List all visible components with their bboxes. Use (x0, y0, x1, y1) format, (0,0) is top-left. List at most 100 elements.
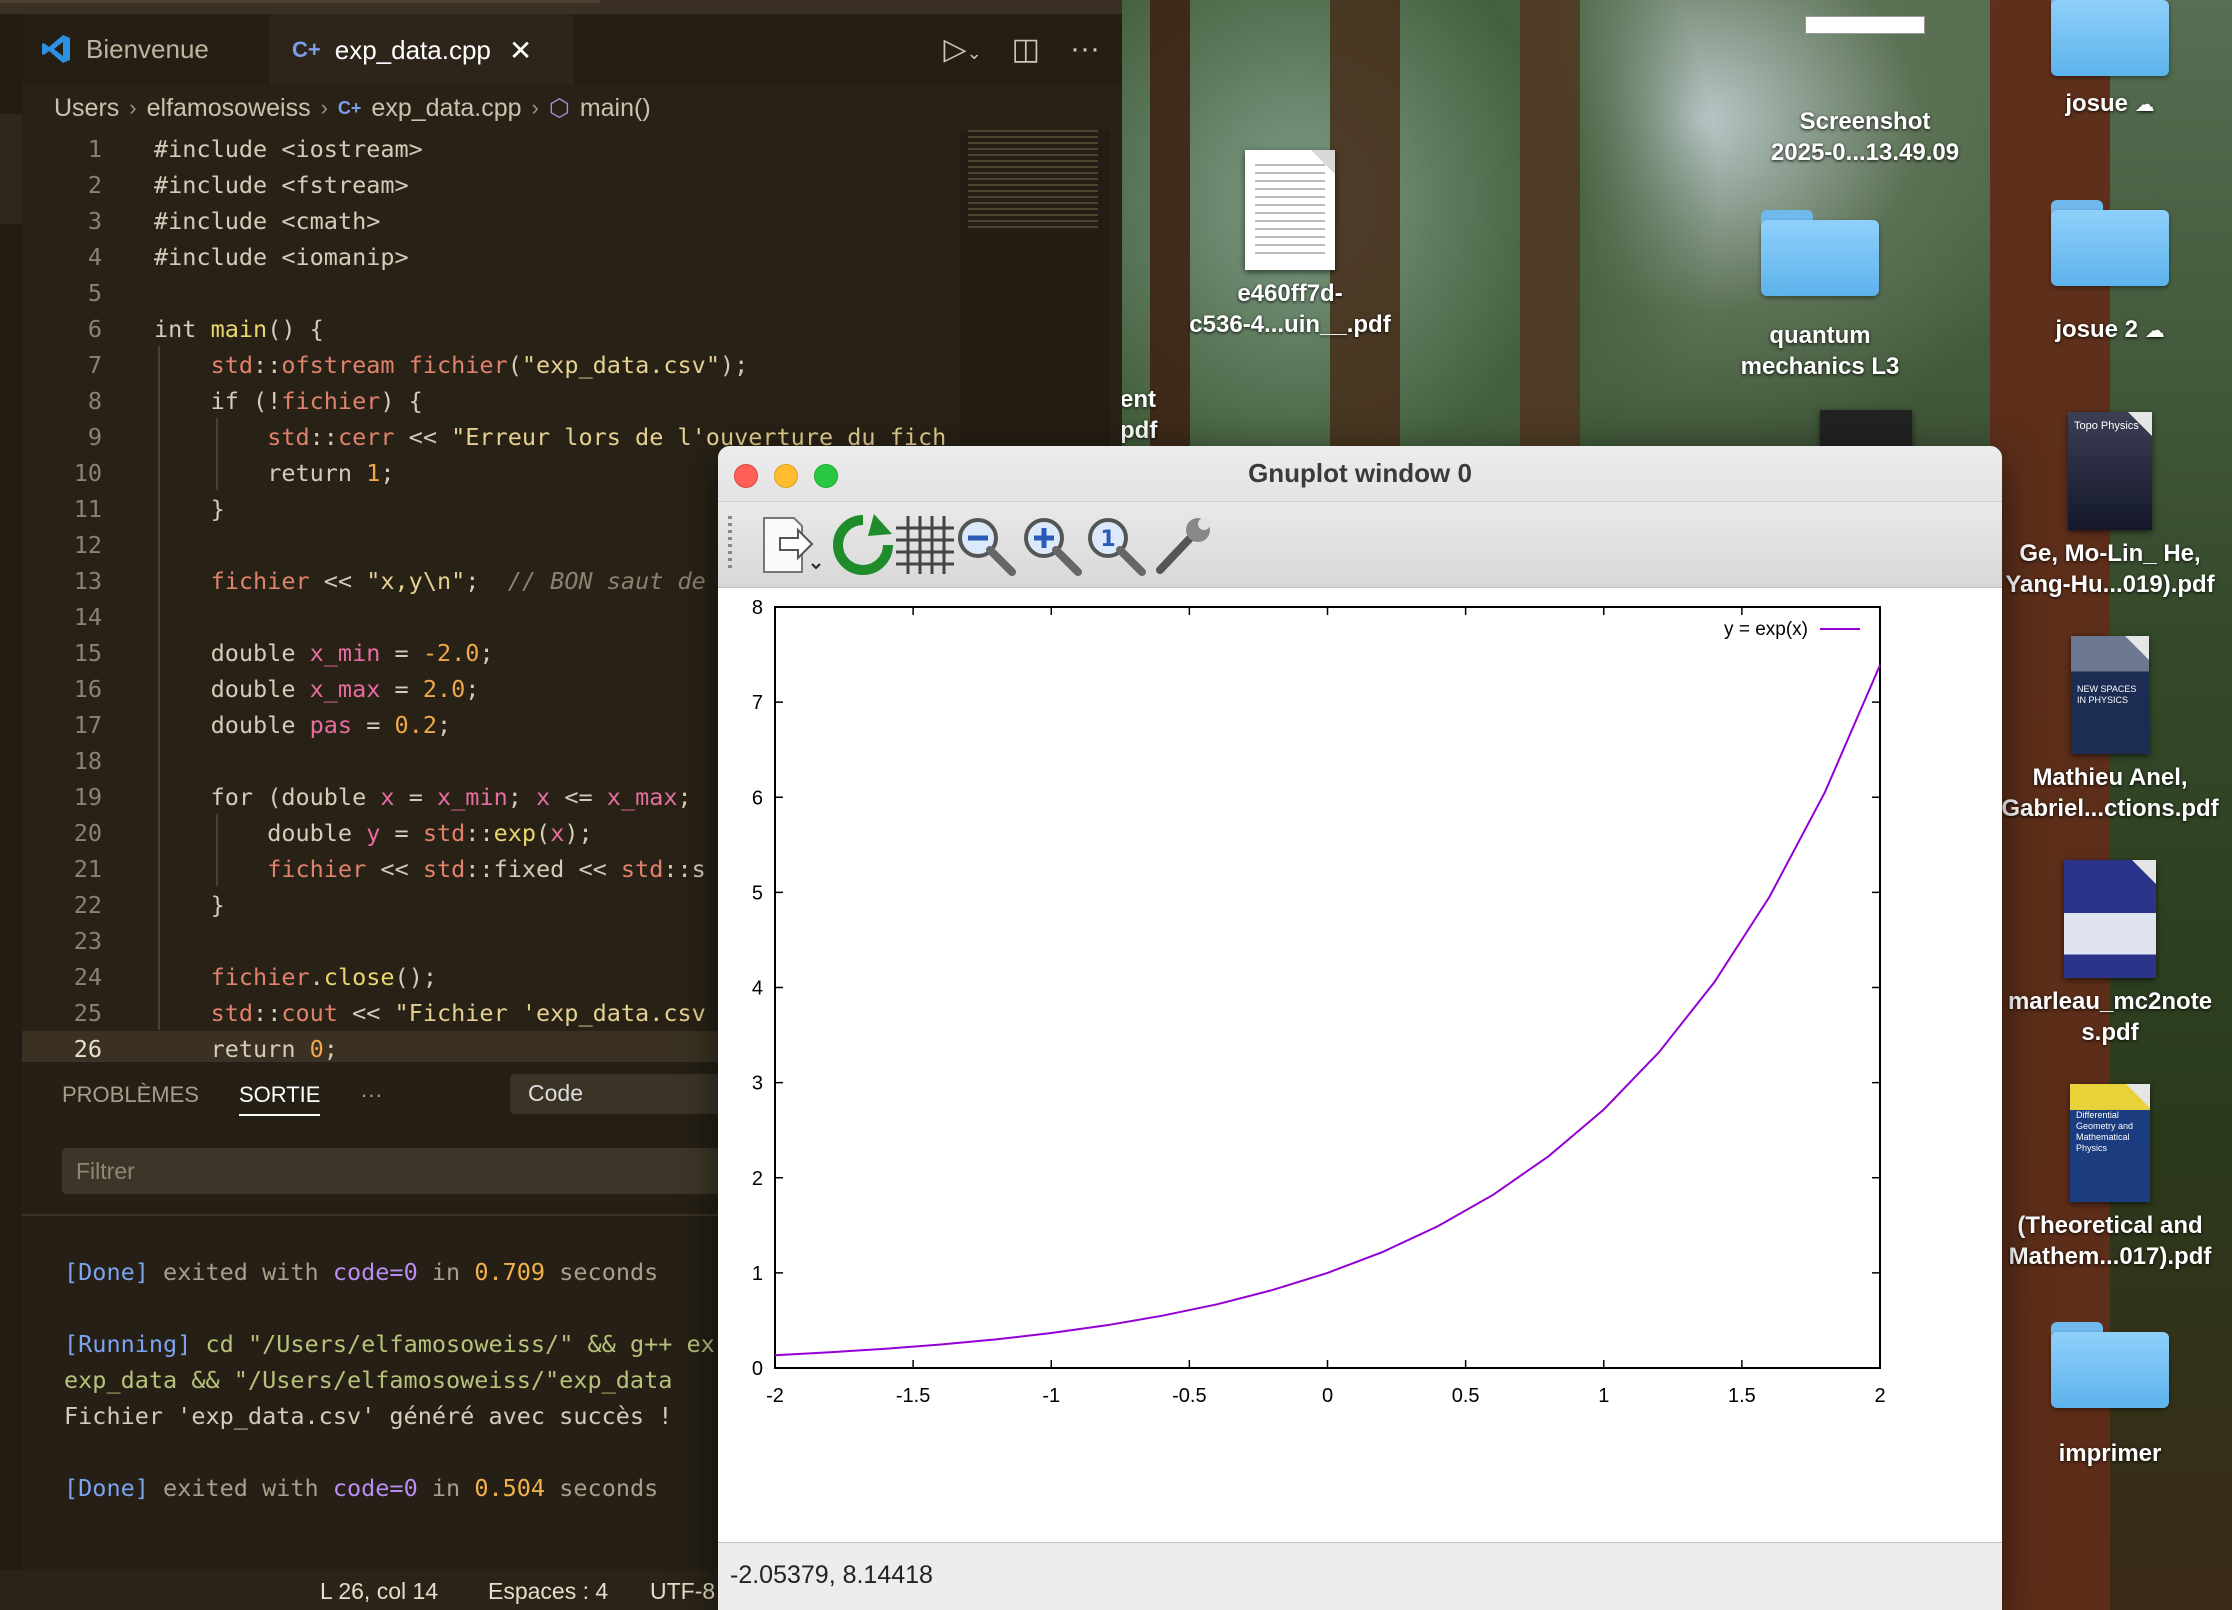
plot-frame (774, 606, 1881, 1369)
chevron-right-icon: › (531, 95, 539, 120)
line-number: 15 (73, 639, 102, 667)
tab-output[interactable]: SORTIE (238, 1082, 321, 1116)
panel-more-icon[interactable]: ··· (360, 1082, 382, 1116)
line-number: 26 (73, 1035, 102, 1060)
desktop-folder-quantum[interactable]: quantum mechanics L3 (1700, 210, 1940, 382)
chevron-right-icon: › (129, 95, 137, 120)
desktop-item-label: Mathieu Anel, (2032, 764, 2188, 791)
desktop-folder-josue[interactable]: josue ☁ (2010, 0, 2210, 121)
desktop-item-label: imprimer (2058, 1440, 2162, 1467)
y-tick-label: 5 (752, 882, 763, 904)
breadcrumb-item[interactable]: exp_data.cpp (371, 94, 521, 123)
zoom-in-icon[interactable] (1018, 512, 1084, 578)
code-line[interactable]: 8 if (!fichier) { (22, 383, 1122, 419)
y-tick-label: 0 (752, 1358, 763, 1380)
cpp-file-icon: C+ (337, 97, 362, 118)
code-text: double y = std::exp(x); (267, 819, 593, 847)
y-tick-label: 8 (752, 597, 763, 619)
settings-wrench-icon[interactable] (1150, 512, 1216, 578)
gnuplot-window-title: Gnuplot window 0 (1248, 458, 1472, 488)
code-text: std::cout << "Fichier 'exp_data.csv (210, 999, 706, 1027)
x-tick-label: 0.5 (1452, 1385, 1480, 1407)
code-text: return 1; (267, 459, 395, 487)
split-editor-icon[interactable]: ◫ (1012, 32, 1040, 67)
desktop-item-label: e460ff7d- (1237, 280, 1343, 307)
code-text: if (!fichier) { (210, 387, 423, 415)
desktop-partial-file[interactable]: ent pdf (1120, 384, 1180, 446)
zoom-out-icon[interactable] (952, 512, 1018, 578)
line-number: 9 (87, 423, 102, 451)
more-actions-icon[interactable]: ··· (1070, 32, 1100, 66)
line-number: 17 (73, 711, 102, 739)
close-icon[interactable]: ✕ (509, 34, 532, 67)
line-number: 12 (73, 531, 102, 559)
output-filter-input[interactable]: Filtrer (62, 1148, 822, 1194)
line-number: 11 (73, 495, 102, 523)
desktop-folder-josue-2[interactable]: josue 2 ☁ (2010, 200, 2210, 347)
tab-label: exp_data.cpp (334, 34, 491, 65)
desktop-item-label: marleau_mc2note (2007, 988, 2213, 1015)
breadcrumb: Users › elfamosoweiss › C+ exp_data.cpp … (54, 88, 651, 128)
desktop-pdf-ge-mo-lin[interactable]: Topo Physics Ge, Mo-Lin_ He, Yang-Hu...0… (1990, 412, 2230, 600)
gnuplot-window: Gnuplot window 0 1 -2 -1.5 -1 -0.5 0 0.5… (718, 446, 2002, 1610)
line-number: 6 (87, 315, 102, 343)
line-number: 8 (87, 387, 102, 415)
breadcrumb-item[interactable]: Users (54, 94, 119, 123)
export-icon[interactable] (758, 512, 824, 578)
cover-title: Topo Physics (2074, 420, 2139, 432)
tab-bienvenue[interactable]: Bienvenue (22, 14, 268, 84)
code-text: #include <iomanip> (154, 243, 409, 271)
tab-exp-data-cpp[interactable]: C+ exp_data.cpp ✕ (270, 14, 574, 84)
desktop-screenshot-file[interactable]: Screenshot 2025-0...13.49.09 (1740, 6, 1990, 168)
y-tick-label: 7 (752, 692, 763, 714)
line-number: 20 (73, 819, 102, 847)
book-cover-icon (2064, 860, 2156, 978)
gnuplot-plot-area[interactable]: -2 -1.5 -1 -0.5 0 0.5 1 1.5 2 0 1 2 3 4 5 6 7 8 y = exp(x) (718, 588, 2002, 1542)
code-line[interactable]: 4 #include <iomanip> (22, 239, 1122, 275)
desktop-pdf-mathieu-anel[interactable]: NEW SPACES IN PHYSICS Mathieu Anel, Gabr… (1990, 636, 2230, 824)
gnuplot-titlebar: Gnuplot window 0 (718, 446, 2002, 502)
desktop-pdf-theoretical-mathem[interactable]: Differential Geometry and Mathematical P… (1990, 1084, 2230, 1272)
code-line[interactable]: 3 #include <cmath> (22, 203, 1122, 239)
code-line[interactable]: 7 std::ofstream fichier("exp_data.csv"); (22, 347, 1122, 383)
vscode-logo-icon (42, 35, 70, 63)
output-line: [Running] cd "/Users/elfamosoweiss/" && … (64, 1330, 715, 1358)
pdf-document-icon (1245, 150, 1335, 270)
code-line[interactable]: 2 #include <fstream> (22, 167, 1122, 203)
desktop-pdf-marleau[interactable]: marleau_mc2note s.pdf (1990, 860, 2230, 1048)
line-number: 5 (87, 279, 102, 307)
run-icon[interactable]: ▷⌄ (943, 32, 981, 67)
cover-title: Differential Geometry and Mathematical P… (2076, 1110, 2134, 1153)
cpp-file-icon: C+ (292, 37, 321, 62)
zoom-reset-icon[interactable]: 1 (1082, 512, 1148, 578)
desktop-pdf-e460ff7d[interactable]: e460ff7d- c536-4...uin__.pdf (1170, 150, 1410, 340)
code-line[interactable]: 5 (22, 275, 1122, 311)
status-cursor-position[interactable]: L 26, col 14 (320, 1578, 438, 1605)
x-tick-label: -1.5 (896, 1385, 930, 1407)
x-tick-label: -2 (766, 1385, 784, 1407)
line-number: 13 (73, 567, 102, 595)
breadcrumb-item[interactable]: main() (580, 94, 651, 123)
code-text: double pas = 0.2; (210, 711, 452, 739)
screenshot-thumbnail (1805, 16, 1925, 34)
code-text: int main() { (154, 315, 324, 343)
tab-problems[interactable]: PROBLÈMES (62, 1082, 199, 1116)
code-text: #include <cmath> (154, 207, 381, 235)
exp-chart: -2 -1.5 -1 -0.5 0 0.5 1 1.5 2 0 1 2 3 4 5 6 7 8 y = exp(x) (752, 597, 1886, 1407)
breadcrumb-item[interactable]: elfamosoweiss (147, 94, 311, 123)
desktop-folder-imprimer[interactable]: imprimer (2010, 1322, 2210, 1469)
desktop-item-label: quantum (1769, 322, 1871, 349)
output-line: exp_data && "/Users/elfamosoweiss/"exp_d… (64, 1366, 673, 1394)
status-indentation[interactable]: Espaces : 4 (488, 1578, 608, 1605)
grid-icon[interactable] (892, 512, 958, 578)
code-text: for (double x = x_min; x <= x_max; (210, 783, 692, 811)
line-number: 18 (73, 747, 102, 775)
replot-icon[interactable] (830, 512, 896, 578)
line-number: 4 (87, 243, 102, 271)
code-line[interactable]: 1 #include <iostream> (22, 131, 1122, 167)
desktop-item-label: Yang-Hu...019).pdf (2005, 571, 2215, 598)
status-encoding[interactable]: UTF-8 (650, 1578, 715, 1605)
code-line[interactable]: 6 int main() { (22, 311, 1122, 347)
x-tick-label: -1 (1042, 1385, 1060, 1407)
toolbar-grip (728, 516, 732, 572)
